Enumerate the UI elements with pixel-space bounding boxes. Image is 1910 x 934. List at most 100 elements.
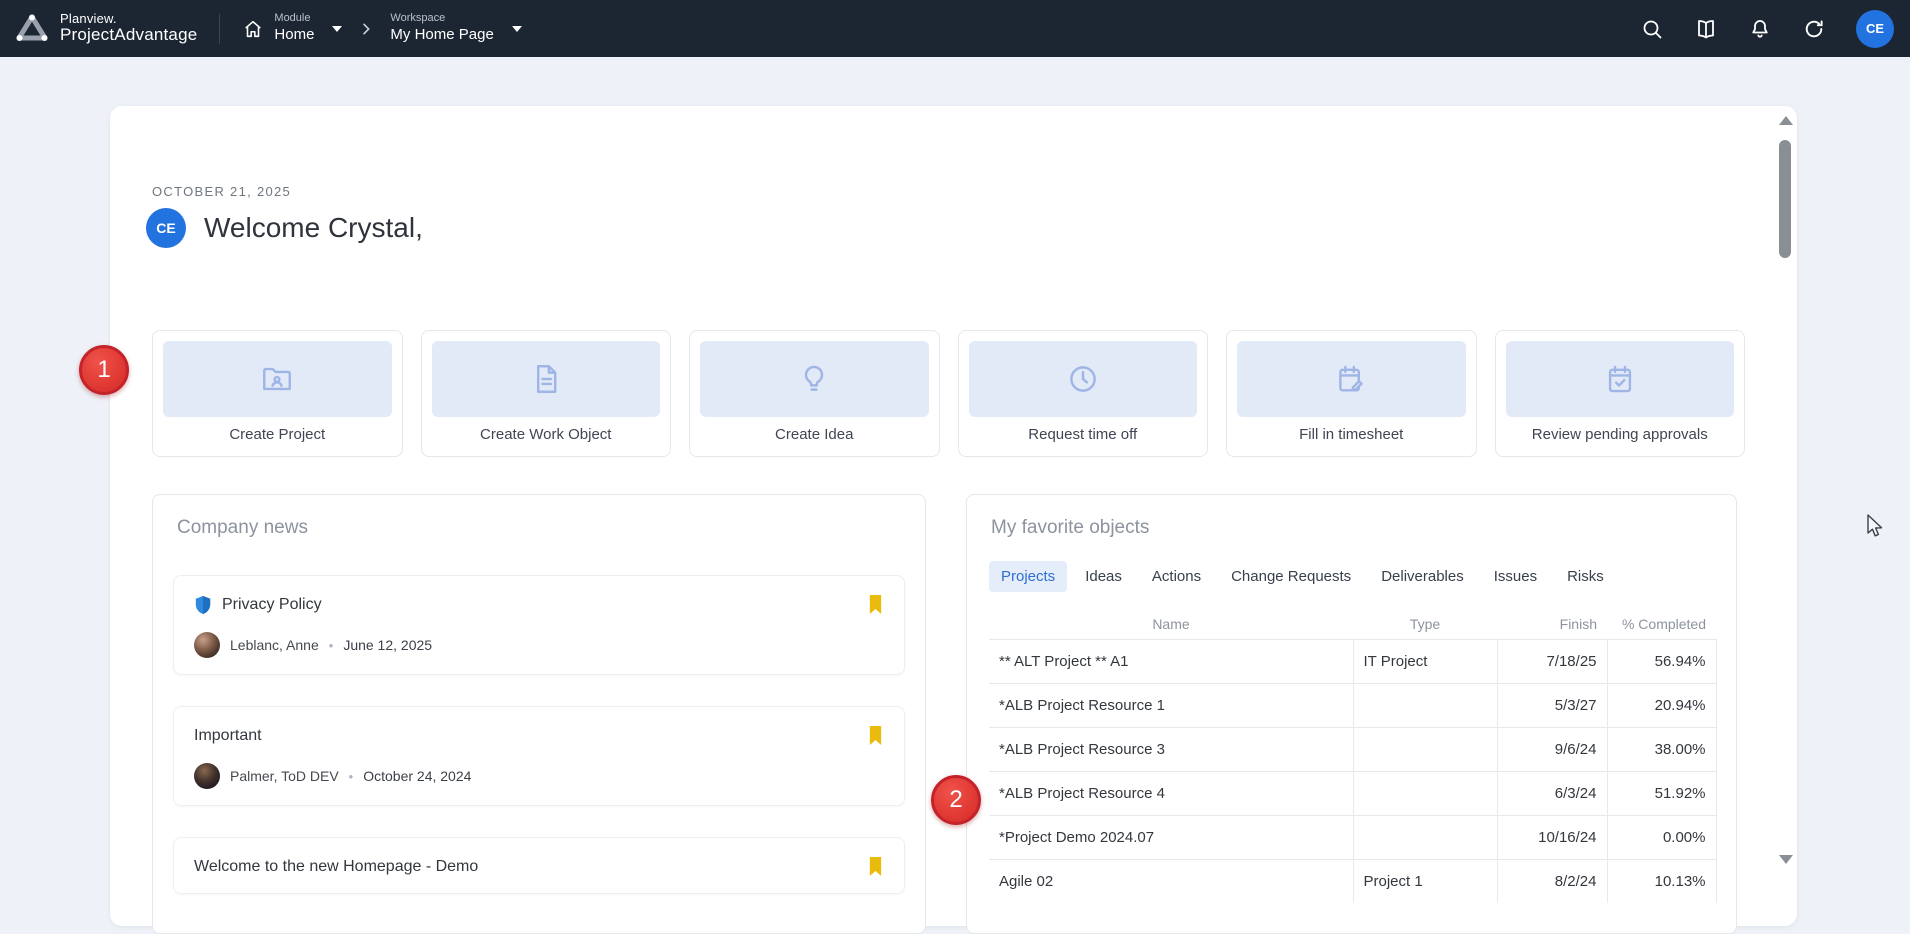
calendar-edit-icon	[1334, 362, 1368, 396]
planview-logo-icon	[14, 12, 50, 44]
tab-actions[interactable]: Actions	[1140, 561, 1213, 592]
breadcrumb-chevron-icon	[358, 21, 374, 37]
module-value: Home	[274, 26, 314, 45]
workspace-breadcrumb[interactable]: Workspace My Home Page	[390, 12, 521, 45]
vertical-scrollbar[interactable]	[1776, 106, 1794, 924]
fill-in-timesheet-tile	[1237, 341, 1466, 417]
table-row[interactable]: *Project Demo 2024.07 10/16/24 0.00%	[989, 815, 1716, 859]
search-icon[interactable]	[1640, 17, 1664, 41]
cell-finish: 5/3/27	[1497, 683, 1607, 727]
scroll-up-arrow-icon[interactable]	[1779, 116, 1793, 125]
request-time-off-card[interactable]: Request time off	[958, 330, 1209, 457]
cell-name[interactable]: *ALB Project Resource 3	[989, 727, 1353, 771]
cell-name[interactable]: *Project Demo 2024.07	[989, 815, 1353, 859]
news-date: June 12, 2025	[343, 637, 432, 653]
module-dropdown-caret-icon[interactable]	[332, 26, 342, 32]
brand-text: Planview. ProjectAdvantage	[60, 12, 197, 45]
favorite-objects-tabs: Projects Ideas Actions Change Requests D…	[989, 561, 1714, 592]
news-item[interactable]: Important Palmer, ToD DEV • October 24, …	[173, 706, 905, 806]
review-pending-approvals-card[interactable]: Review pending approvals	[1495, 330, 1746, 457]
scrollbar-thumb[interactable]	[1779, 140, 1791, 258]
cell-type	[1353, 815, 1497, 859]
favorite-objects-title: My favorite objects	[991, 517, 1712, 539]
column-header-completed[interactable]: % Completed	[1607, 609, 1716, 639]
company-news-panel: Company news Privacy Policy Leblanc, Ann…	[152, 494, 926, 934]
news-item[interactable]: Welcome to the new Homepage - Demo	[173, 837, 905, 894]
cell-type: IT Project	[1353, 639, 1497, 683]
news-date: October 24, 2024	[363, 768, 471, 784]
news-author: Palmer, ToD DEV	[230, 768, 339, 784]
user-avatar[interactable]: CE	[1856, 10, 1894, 48]
fill-in-timesheet-card[interactable]: Fill in timesheet	[1226, 330, 1477, 457]
create-project-tile	[163, 341, 392, 417]
cell-type	[1353, 727, 1497, 771]
current-date: OCTOBER 21, 2025	[152, 184, 291, 199]
column-header-type[interactable]: Type	[1353, 609, 1497, 639]
table-row[interactable]: *ALB Project Resource 1 5/3/27 20.94%	[989, 683, 1716, 727]
fill-in-timesheet-label: Fill in timesheet	[1227, 426, 1476, 443]
cell-name[interactable]: *ALB Project Resource 1	[989, 683, 1353, 727]
topbar-divider	[219, 14, 220, 44]
create-project-label: Create Project	[153, 426, 402, 443]
favorite-objects-panel: My favorite objects Projects Ideas Actio…	[966, 494, 1737, 934]
clock-icon	[1066, 362, 1100, 396]
welcome-header: CE Welcome Crystal,	[146, 208, 423, 248]
company-news-title: Company news	[177, 517, 901, 539]
dot-separator: •	[349, 769, 354, 784]
table-row[interactable]: Agile 02 Project 1 8/2/24 10.13%	[989, 859, 1716, 903]
bookmark-icon[interactable]	[867, 725, 884, 746]
brand-line1: Planview.	[60, 12, 197, 26]
cell-name[interactable]: *ALB Project Resource 4	[989, 771, 1353, 815]
favorite-projects-table: Name Type Finish % Completed ** ALT Proj…	[989, 609, 1717, 903]
mouse-cursor-icon	[1862, 513, 1888, 546]
cell-type	[1353, 771, 1497, 815]
cell-completed: 56.94%	[1607, 639, 1716, 683]
cell-name[interactable]: Agile 02	[989, 859, 1353, 903]
scroll-down-arrow-icon[interactable]	[1779, 855, 1793, 864]
workspace-dropdown-caret-icon[interactable]	[512, 26, 522, 32]
column-header-name[interactable]: Name	[989, 609, 1353, 639]
news-author: Leblanc, Anne	[230, 637, 319, 653]
cell-finish: 10/16/24	[1497, 815, 1607, 859]
dot-separator: •	[329, 638, 334, 653]
create-work-object-card[interactable]: Create Work Object	[421, 330, 672, 457]
planview-brand[interactable]: Planview. ProjectAdvantage	[0, 12, 197, 45]
brand-line2: ProjectAdvantage	[60, 26, 197, 45]
module-breadcrumb[interactable]: Module Home	[242, 12, 342, 45]
news-item-title: Welcome to the new Homepage - Demo	[194, 858, 478, 876]
bookmark-icon[interactable]	[867, 856, 884, 877]
welcome-avatar: CE	[146, 208, 186, 248]
cell-name[interactable]: ** ALT Project ** A1	[989, 639, 1353, 683]
tab-projects[interactable]: Projects	[989, 561, 1067, 592]
annotation-badge-1: 1	[79, 345, 129, 395]
cell-finish: 6/3/24	[1497, 771, 1607, 815]
calendar-check-icon	[1603, 362, 1637, 396]
create-project-card[interactable]: Create Project	[152, 330, 403, 457]
tab-issues[interactable]: Issues	[1482, 561, 1549, 592]
refresh-icon[interactable]	[1802, 17, 1826, 41]
table-row[interactable]: ** ALT Project ** A1 IT Project 7/18/25 …	[989, 639, 1716, 683]
book-icon[interactable]	[1694, 17, 1718, 41]
top-navigation-bar: Planview. ProjectAdvantage Module Home W…	[0, 0, 1910, 57]
table-row[interactable]: *ALB Project Resource 4 6/3/24 51.92%	[989, 771, 1716, 815]
tab-risks[interactable]: Risks	[1555, 561, 1616, 592]
cell-completed: 10.13%	[1607, 859, 1716, 903]
create-idea-tile	[700, 341, 929, 417]
folder-user-icon	[260, 362, 294, 396]
tab-change-requests[interactable]: Change Requests	[1219, 561, 1363, 592]
tab-ideas[interactable]: Ideas	[1073, 561, 1134, 592]
bell-icon[interactable]	[1748, 17, 1772, 41]
news-item[interactable]: Privacy Policy Leblanc, Anne • June 12, …	[173, 575, 905, 675]
column-header-finish[interactable]: Finish	[1497, 609, 1607, 639]
cell-finish: 8/2/24	[1497, 859, 1607, 903]
welcome-greeting: Welcome Crystal,	[204, 212, 423, 244]
tab-deliverables[interactable]: Deliverables	[1369, 561, 1476, 592]
bookmark-icon[interactable]	[867, 594, 884, 615]
create-idea-card[interactable]: Create Idea	[689, 330, 940, 457]
table-row[interactable]: *ALB Project Resource 3 9/6/24 38.00%	[989, 727, 1716, 771]
cell-finish: 7/18/25	[1497, 639, 1607, 683]
author-avatar	[194, 632, 220, 658]
news-item-title: Important	[194, 727, 262, 745]
create-work-object-tile	[432, 341, 661, 417]
annotation-badge-2: 2	[931, 775, 981, 825]
